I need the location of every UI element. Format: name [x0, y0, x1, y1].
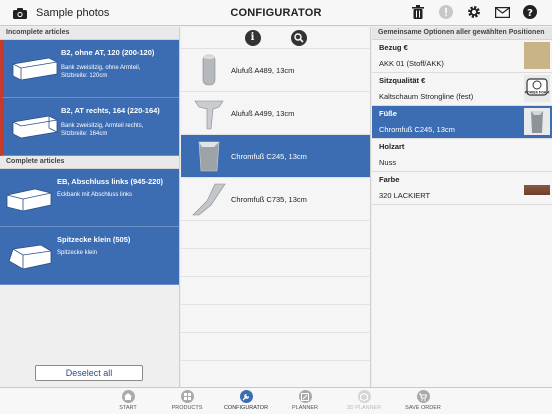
- article-item[interactable]: EB, Abschluss links (945-220) Eckbank mi…: [0, 169, 179, 227]
- deselect-all-button[interactable]: Deselect all: [35, 365, 143, 381]
- grid-icon: [180, 390, 194, 403]
- property-seat-quality[interactable]: Sitzqualität € Kaltschaum Strongline (fe…: [372, 73, 552, 106]
- article-desc: Bank zweisitzig, Armteil rechts, Sitzbrei…: [61, 123, 144, 137]
- article-name: EB, Abschluss links (945-220): [57, 177, 164, 186]
- property-value: AKK 01 (Stoff/AKK): [379, 59, 444, 68]
- power-foam-badge-icon: POWER FOAM: [524, 75, 550, 102]
- property-value: Nuss: [379, 158, 397, 167]
- empty-row: [181, 221, 370, 249]
- option-label: Chromfuß C735, 13cm: [231, 195, 307, 204]
- wrench-icon: [239, 390, 253, 403]
- property-key: Holzart: [379, 142, 405, 151]
- common-options-header: Gemeinsame Optionen aller gewählten Posi…: [372, 27, 552, 40]
- common-options-panel: Gemeinsame Optionen aller gewählten Posi…: [372, 27, 552, 387]
- top-bar: Sample photos CONFIGURATOR ?: [0, 0, 552, 26]
- home-icon: [121, 390, 135, 403]
- search-icon[interactable]: [290, 29, 307, 46]
- sofa-thumbnail: [6, 188, 52, 212]
- chrome-foot-image: [198, 141, 220, 172]
- tab-label: PRODUCTS: [171, 405, 203, 411]
- tab-3d-planner[interactable]: 3D PLANNER: [334, 390, 394, 411]
- property-color[interactable]: Farbe 320 LACKIERT: [372, 172, 552, 205]
- alu-foot-image: [194, 100, 224, 130]
- tab-start[interactable]: START: [98, 390, 158, 411]
- alu-foot-image: [202, 54, 216, 86]
- tab-configurator[interactable]: CONFIGURATOR: [216, 390, 276, 411]
- gear-icon[interactable]: [466, 4, 482, 20]
- property-value: Chromfuß C245, 13cm: [379, 125, 455, 134]
- article-name: B2, ohne AT, 120 (200-120): [61, 48, 155, 57]
- chrome-foot-thumbnail: [524, 108, 550, 135]
- property-wood-type[interactable]: Holzart Nuss: [372, 139, 552, 172]
- empty-row: [181, 305, 370, 333]
- property-key: Füße: [379, 109, 397, 118]
- option-label: Alufuß A499, 13cm: [231, 109, 295, 118]
- cube-icon: [357, 390, 371, 403]
- color-swatch: [524, 185, 550, 195]
- empty-row: [181, 361, 370, 389]
- mail-icon[interactable]: [494, 4, 510, 20]
- article-name: Spitzecke klein (505): [57, 235, 131, 244]
- property-value: 320 LACKIERT: [379, 191, 431, 200]
- article-name: B2, AT rechts, 164 (220-164): [61, 106, 160, 115]
- article-desc: Bank zweisitzig, ohne Armteil, Sitzbreite…: [61, 65, 141, 79]
- article-item[interactable]: B2, AT rechts, 164 (220-164) Bank zweisi…: [0, 98, 179, 156]
- help-icon[interactable]: ?: [522, 4, 538, 20]
- property-key: Farbe: [379, 175, 400, 184]
- sofa-thumbnail: [8, 244, 52, 270]
- bottom-tab-bar: START PRODUCTS CONFIGURATOR PLANNER 3D P…: [0, 387, 552, 414]
- option-label: Alufuß A489, 13cm: [231, 66, 295, 75]
- option-item-selected[interactable]: Chromfuß C245, 13cm: [181, 135, 370, 178]
- empty-row: [181, 249, 370, 277]
- property-cover[interactable]: Bezug € AKK 01 (Stoff/AKK): [372, 40, 552, 73]
- sofa-thumbnail: [12, 115, 58, 139]
- article-item[interactable]: Spitzecke klein (505) Spitzecke klein: [0, 227, 179, 285]
- cart-icon: [416, 390, 430, 403]
- property-key: Bezug €: [379, 43, 408, 52]
- info-icon[interactable]: i: [244, 29, 261, 46]
- chrome-foot-image: [192, 183, 226, 216]
- alert-icon[interactable]: [438, 4, 454, 20]
- option-item[interactable]: Alufuß A499, 13cm: [181, 92, 370, 135]
- svg-text:POWER FOAM: POWER FOAM: [525, 91, 550, 95]
- tab-label: PLANNER: [292, 405, 318, 411]
- property-value: Kaltschaum Strongline (fest): [379, 92, 474, 101]
- article-desc: Eckbank mit Abschluss links: [57, 192, 133, 198]
- empty-row: [181, 277, 370, 305]
- sofa-thumbnail: [12, 57, 58, 81]
- svg-text:?: ?: [527, 8, 533, 19]
- tab-label: CONFIGURATOR: [223, 405, 269, 411]
- property-key: Sitzqualität €: [379, 76, 426, 85]
- option-item[interactable]: Chromfuß C735, 13cm: [181, 178, 370, 221]
- tab-label: 3D PLANNER: [346, 405, 382, 411]
- tab-products[interactable]: PRODUCTS: [157, 390, 217, 411]
- property-feet-selected[interactable]: Füße Chromfuß C245, 13cm: [372, 106, 552, 139]
- articles-panel: Incomplete articles B2, ohne AT, 120 (20…: [0, 27, 180, 387]
- tab-planner[interactable]: PLANNER: [275, 390, 335, 411]
- option-item[interactable]: Alufuß A489, 13cm: [181, 49, 370, 92]
- options-panel: i Alufuß A489, 13cm Alufuß A499, 13cm Ch…: [181, 27, 371, 389]
- fabric-swatch: [524, 42, 550, 69]
- tab-label: START: [119, 405, 137, 411]
- trash-icon[interactable]: [410, 4, 426, 20]
- planner-icon: [298, 390, 312, 403]
- article-desc: Spitzecke klein: [57, 250, 98, 256]
- option-label: Chromfuß C245, 13cm: [231, 152, 307, 161]
- complete-articles-header: Complete articles: [0, 156, 179, 169]
- tab-label: SAVE ORDER: [405, 405, 441, 411]
- article-item[interactable]: B2, ohne AT, 120 (200-120) Bank zweisitz…: [0, 40, 179, 98]
- empty-row: [181, 333, 370, 361]
- incomplete-articles-header: Incomplete articles: [0, 27, 179, 40]
- tab-save-order[interactable]: SAVE ORDER: [393, 390, 453, 411]
